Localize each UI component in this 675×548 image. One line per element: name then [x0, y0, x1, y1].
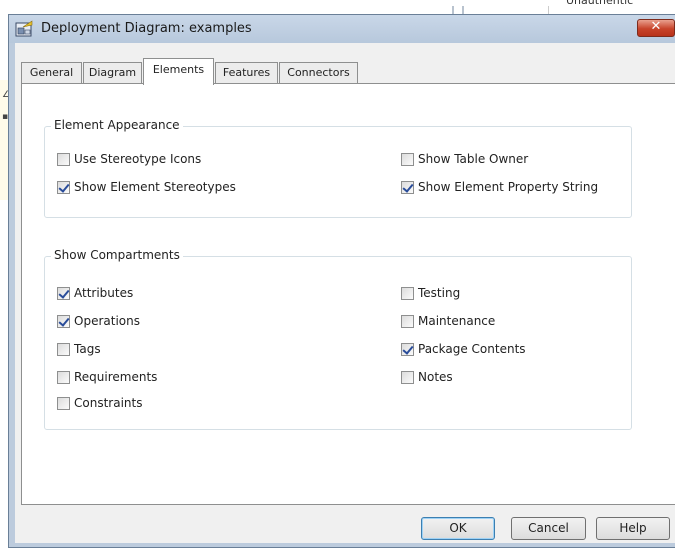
- tab-general[interactable]: General: [21, 62, 82, 84]
- checkbox-box[interactable]: [401, 286, 414, 300]
- ok-button[interactable]: OK: [421, 517, 495, 540]
- help-button[interactable]: Help: [596, 517, 670, 540]
- checkbox-box[interactable]: [401, 180, 414, 194]
- checkbox-label: Operations: [74, 314, 140, 328]
- attributes-checkbox[interactable]: Attributes: [57, 285, 133, 301]
- close-button[interactable]: ✕: [637, 19, 675, 37]
- operations-checkbox[interactable]: Operations: [57, 313, 140, 329]
- cancel-button[interactable]: Cancel: [511, 517, 586, 540]
- checkbox-box[interactable]: [401, 152, 414, 166]
- requirements-checkbox[interactable]: Requirements: [57, 369, 157, 385]
- checkbox-box[interactable]: [57, 314, 70, 328]
- tab-connectors[interactable]: Connectors: [279, 62, 358, 84]
- elements-tab-page: Element Appearance Use Stereotype Icons …: [21, 83, 675, 505]
- checkbox-label: Constraints: [74, 396, 143, 410]
- tags-checkbox[interactable]: Tags: [57, 341, 101, 357]
- checkbox-label: Testing: [418, 286, 461, 300]
- checkbox-label: Show Element Property String: [418, 180, 599, 194]
- group-legend: Element Appearance: [51, 118, 183, 132]
- deployment-diagram-dialog: Deployment Diagram: examples ✕ General D…: [8, 14, 675, 548]
- checkbox-label: Use Stereotype Icons: [74, 152, 202, 166]
- show-element-property-string-checkbox[interactable]: Show Element Property String: [401, 179, 598, 195]
- checkbox-box[interactable]: [57, 152, 70, 166]
- show-compartments-group: Show Compartments Attributes Operations …: [44, 248, 632, 430]
- checkbox-label: Notes: [418, 370, 453, 384]
- testing-checkbox[interactable]: Testing: [401, 285, 460, 301]
- checkbox-box[interactable]: [57, 370, 70, 384]
- maintenance-checkbox[interactable]: Maintenance: [401, 313, 495, 329]
- screen: Unauthentic ∠ ▪ Deployment Diagram: exam…: [0, 0, 675, 548]
- checkbox-box[interactable]: [57, 342, 70, 356]
- close-icon: ✕: [650, 19, 662, 34]
- checkbox-label: Maintenance: [418, 314, 496, 328]
- checkbox-label: Package Contents: [418, 342, 526, 356]
- checkbox-label: Show Table Owner: [418, 152, 529, 166]
- package-contents-checkbox[interactable]: Package Contents: [401, 341, 526, 357]
- checkbox-box[interactable]: [401, 370, 414, 384]
- dialog-title: Deployment Diagram: examples: [41, 21, 252, 36]
- checkbox-box[interactable]: [57, 286, 70, 300]
- checkbox-box[interactable]: [401, 342, 414, 356]
- checkbox-box[interactable]: [57, 396, 70, 410]
- element-appearance-group: Element Appearance Use Stereotype Icons …: [44, 118, 632, 218]
- diagram-properties-icon: [15, 20, 33, 37]
- checkbox-label: Requirements: [74, 370, 158, 384]
- constraints-checkbox[interactable]: Constraints: [57, 395, 142, 411]
- checkbox-box[interactable]: [401, 314, 414, 328]
- tab-features[interactable]: Features: [215, 62, 278, 84]
- checkbox-label: Show Element Stereotypes: [74, 180, 236, 194]
- checkbox-box[interactable]: [57, 180, 70, 194]
- tab-diagram[interactable]: Diagram: [83, 62, 142, 84]
- use-stereotype-icons-checkbox[interactable]: Use Stereotype Icons: [57, 151, 201, 167]
- notes-checkbox[interactable]: Notes: [401, 369, 453, 385]
- checkbox-label: Attributes: [74, 286, 134, 300]
- checkbox-label: Tags: [74, 342, 101, 356]
- dialog-client-area: General Diagram Elements Features Connec…: [15, 43, 675, 543]
- show-element-stereotypes-checkbox[interactable]: Show Element Stereotypes: [57, 179, 236, 195]
- show-table-owner-checkbox[interactable]: Show Table Owner: [401, 151, 528, 167]
- background-tree-item: Unauthentic: [566, 0, 634, 7]
- group-legend: Show Compartments: [51, 248, 183, 262]
- dialog-titlebar[interactable]: Deployment Diagram: examples ✕: [9, 15, 675, 43]
- tab-elements[interactable]: Elements: [143, 58, 214, 85]
